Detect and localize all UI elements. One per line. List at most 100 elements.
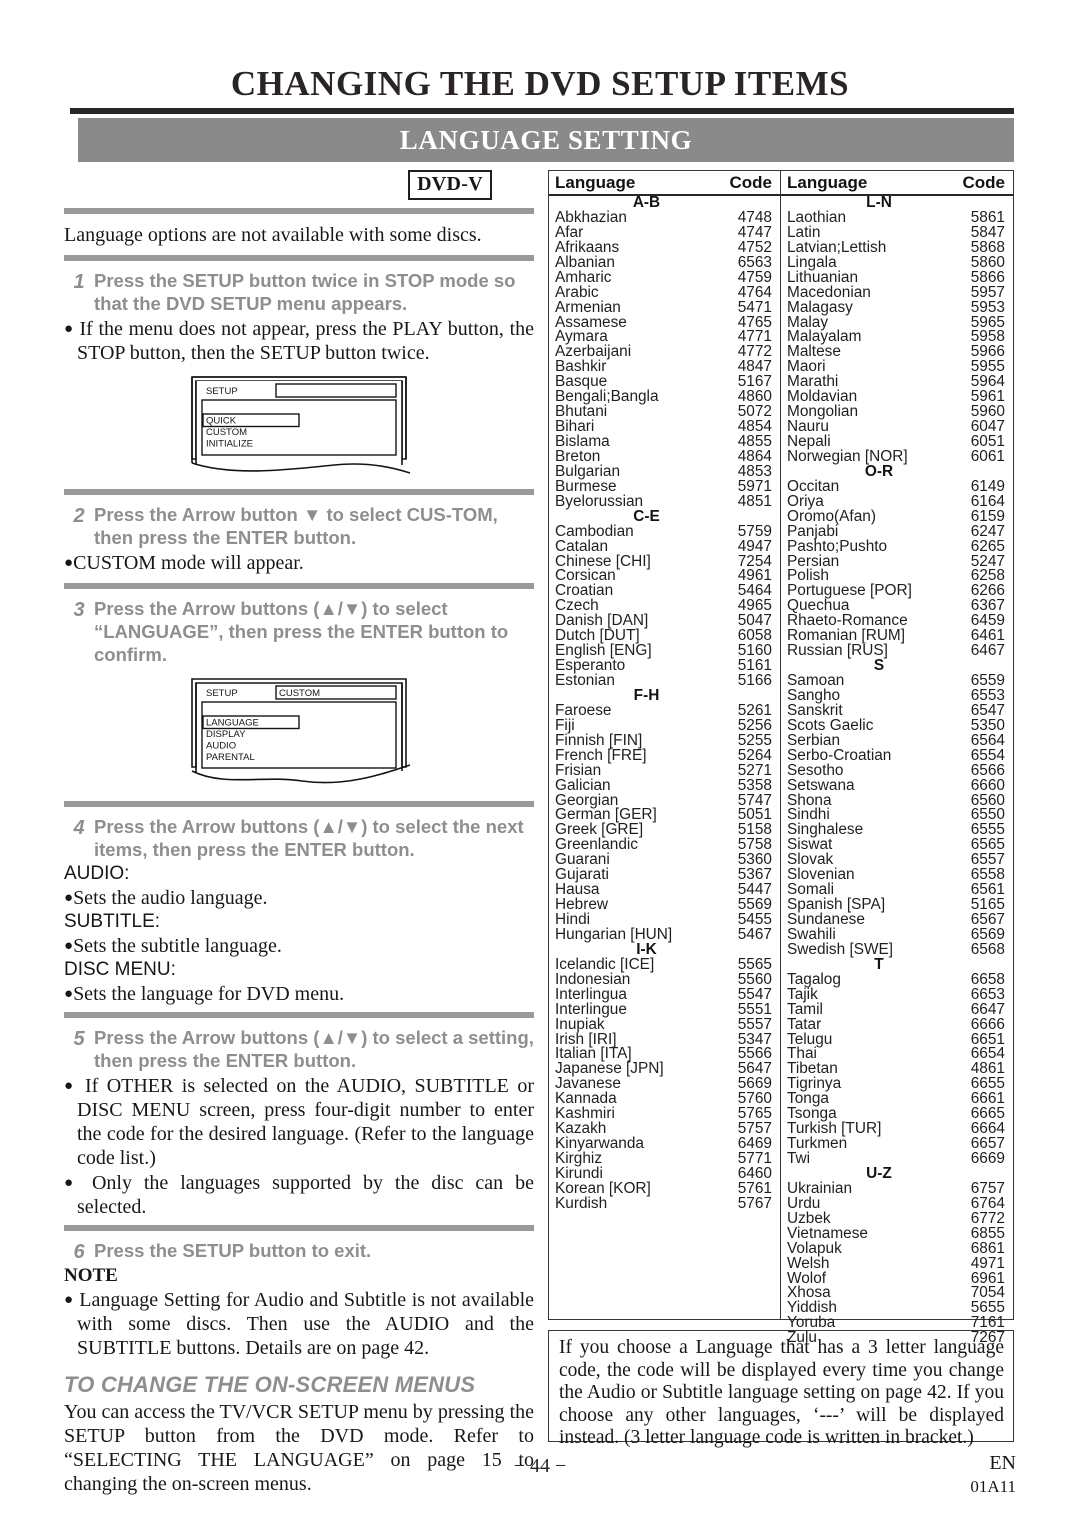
section-band-title: LANGUAGE SETTING xyxy=(399,124,693,155)
col-header-language: Language xyxy=(787,173,868,192)
divider xyxy=(64,489,534,496)
table-body-left: A-B Abkhazian 4748 Afar 4747 Afrikaans 4752 Alb… xyxy=(549,195,780,1212)
item-desc-disc-menu: ●Sets the language for DVD menu. xyxy=(64,982,534,1006)
language-code-table: Language Code A-B Abkhazian 4748 Afar 4747 Af… xyxy=(548,170,1014,1345)
item-desc-audio: ●Sets the audio language. xyxy=(64,886,534,910)
step-5: 5 Press the Arrow buttons (▲/▼) to selec… xyxy=(64,1027,534,1073)
table-row: Hungarian [HUN] 5467 xyxy=(549,925,780,943)
step-1-bullet: ● If the menu does not appear, press the… xyxy=(64,317,534,365)
table-column-left: Language Code A-B Abkhazian 4748 Afar 4747 Af… xyxy=(549,171,781,1319)
item-head-subtitle: SUBTITLE: xyxy=(64,910,161,932)
bullet-dot: ● xyxy=(64,889,74,906)
step-3: 3 Press the Arrow buttons (▲/▼) to selec… xyxy=(64,598,534,667)
step-number: 6 xyxy=(73,1240,85,1263)
bullet-text: Sets the language for DVD menu. xyxy=(73,982,345,1005)
bullet-dot: ● xyxy=(64,555,74,572)
on-screen-menus-body: You can access the TV/VCR SETUP menu by … xyxy=(64,1400,534,1495)
language-code: 5767 xyxy=(737,1194,772,1212)
step-1: 1 Press the SETUP button twice in STOP m… xyxy=(64,270,534,316)
bullet-text: CUSTOM mode will appear. xyxy=(73,552,304,575)
language-name: Russian [RUS] xyxy=(787,642,888,660)
table-row: Estonian 5166 xyxy=(549,672,780,689)
page-number: − 44 − xyxy=(513,1455,567,1477)
language-code: 5467 xyxy=(737,925,772,943)
osd2-item-parental: PARENTAL xyxy=(206,752,255,763)
osd2-value: CUSTOM xyxy=(279,688,320,699)
language-name: Kurdish xyxy=(555,1194,608,1212)
step-4: 4 Press the Arrow buttons (▲/▼) to selec… xyxy=(64,816,534,862)
language-code: 6568 xyxy=(970,940,1005,958)
manual-page: CHANGING THE DVD SETUP ITEMS LANGUAGE SE… xyxy=(0,0,1080,1526)
note-bullet: ● Language Setting for Audio and Subtitl… xyxy=(64,1288,534,1360)
table-row: Norwegian [NOR] 6061 xyxy=(781,447,1013,465)
table-row: Byelorussian 4851 xyxy=(549,492,780,510)
step-text: Press the Arrow buttons (▲/▼) to select … xyxy=(94,815,524,860)
bullet-text: Only the languages supported by the disc… xyxy=(77,1171,534,1218)
language-code: 6467 xyxy=(970,642,1005,660)
page-title: CHANGING THE DVD SETUP ITEMS xyxy=(230,64,850,103)
osd1-item-custom: CUSTOM xyxy=(206,427,247,438)
divider xyxy=(64,1224,534,1231)
step-text: Press the SETUP button twice in STOP mod… xyxy=(94,270,516,315)
table-row: Russian [RUS] 6467 xyxy=(781,642,1013,660)
step-text: Press the Arrow button ▼ to select CUS-T… xyxy=(94,504,498,549)
osd1-item-initialize: INITIALIZE xyxy=(206,439,253,450)
bullet-dot: ● xyxy=(64,1174,80,1191)
language-code: 4851 xyxy=(737,492,772,510)
bullet-text: If the menu does not appear, press the P… xyxy=(77,318,535,365)
osd1-item-quick: QUICK xyxy=(206,416,237,427)
table-body-right: L-N Laothian 5861 Latin 5847 Latvian;Lettish 5… xyxy=(781,195,1013,1346)
osd-diagram-setup: SETUP QUICK CUSTOM INITIALIZE xyxy=(184,373,414,481)
osd1-label: SETUP xyxy=(206,386,238,397)
left-column: DVD-V Language options are not available… xyxy=(64,170,534,1496)
divider xyxy=(64,800,534,807)
table-row: Swedish [SWE] 6568 xyxy=(781,940,1013,958)
bullet-dot: ● xyxy=(64,1291,74,1308)
osd2-item-language: LANGUAGE xyxy=(206,717,259,728)
language-code: 5166 xyxy=(737,672,772,689)
divider xyxy=(64,1011,534,1018)
table-header: Language Code xyxy=(781,171,1013,196)
bullet-text: Sets the audio language. xyxy=(73,886,268,909)
step-number: 5 xyxy=(73,1027,85,1050)
osd2-item-audio: AUDIO xyxy=(206,740,236,751)
footer-doc-code: 01A11 xyxy=(970,1477,1016,1496)
step-6: 6 Press the SETUP button to exit. xyxy=(64,1240,534,1264)
item-desc-subtitle: ●Sets the subtitle language. xyxy=(64,934,534,958)
divider xyxy=(64,583,534,590)
note-heading: NOTE xyxy=(64,1264,118,1286)
step-2-bullet: ●CUSTOM mode will appear. xyxy=(64,551,534,575)
language-name: Estonian xyxy=(555,672,615,689)
step-5-bullet-1: ● If OTHER is selected on the AUDIO, SUB… xyxy=(64,1074,534,1170)
step-text: Press the SETUP button to exit. xyxy=(94,1239,372,1261)
on-screen-menus-heading: TO CHANGE THE ON-SCREEN MENUS xyxy=(64,1371,476,1397)
dvd-v-badge-wrap: DVD-V xyxy=(64,170,534,200)
bullet-text: Sets the subtitle language. xyxy=(73,934,282,957)
step-text: Press the Arrow buttons (▲/▼) to select … xyxy=(94,598,509,666)
col-header-language: Language xyxy=(555,173,636,192)
intro-text: Language options are not available with … xyxy=(64,224,482,246)
language-name: Twi xyxy=(787,1150,811,1167)
osd-diagram-custom: SETUP CUSTOM LANGUAGE DISPLAY AUDIO PARE… xyxy=(184,675,414,793)
item-head-audio: AUDIO: xyxy=(64,862,130,884)
divider xyxy=(64,208,534,214)
step-text: Press the Arrow buttons (▲/▼) to select … xyxy=(94,1026,534,1071)
table-row: Kurdish 5767 xyxy=(549,1194,780,1212)
table-header: Language Code xyxy=(549,171,780,196)
col-header-code: Code xyxy=(729,173,773,192)
col-header-code: Code xyxy=(962,173,1006,192)
three-letter-code-note: If you choose a Language that has a 3 le… xyxy=(548,1330,1014,1448)
language-code: 6669 xyxy=(970,1150,1005,1167)
step-number: 2 xyxy=(73,505,85,528)
item-head-disc-menu: DISC MENU: xyxy=(64,958,176,980)
section-band: LANGUAGE SETTING xyxy=(78,118,1014,162)
osd-svg-2: SETUP CUSTOM LANGUAGE DISPLAY AUDIO PARE… xyxy=(191,678,411,784)
dvd-v-badge: DVD-V xyxy=(408,170,492,200)
bullet-text: If OTHER is selected on the AUDIO, SUBTI… xyxy=(77,1074,534,1169)
osd2-label: SETUP xyxy=(206,688,238,699)
language-code: 6061 xyxy=(970,447,1005,465)
step-number: 1 xyxy=(73,271,85,294)
step-5-bullet-2: ● Only the languages supported by the di… xyxy=(64,1171,534,1219)
footer-language: EN xyxy=(989,1452,1016,1474)
table-column-right: Language Code L-N Laothian 5861 Latin 5847 La… xyxy=(781,171,1013,1345)
